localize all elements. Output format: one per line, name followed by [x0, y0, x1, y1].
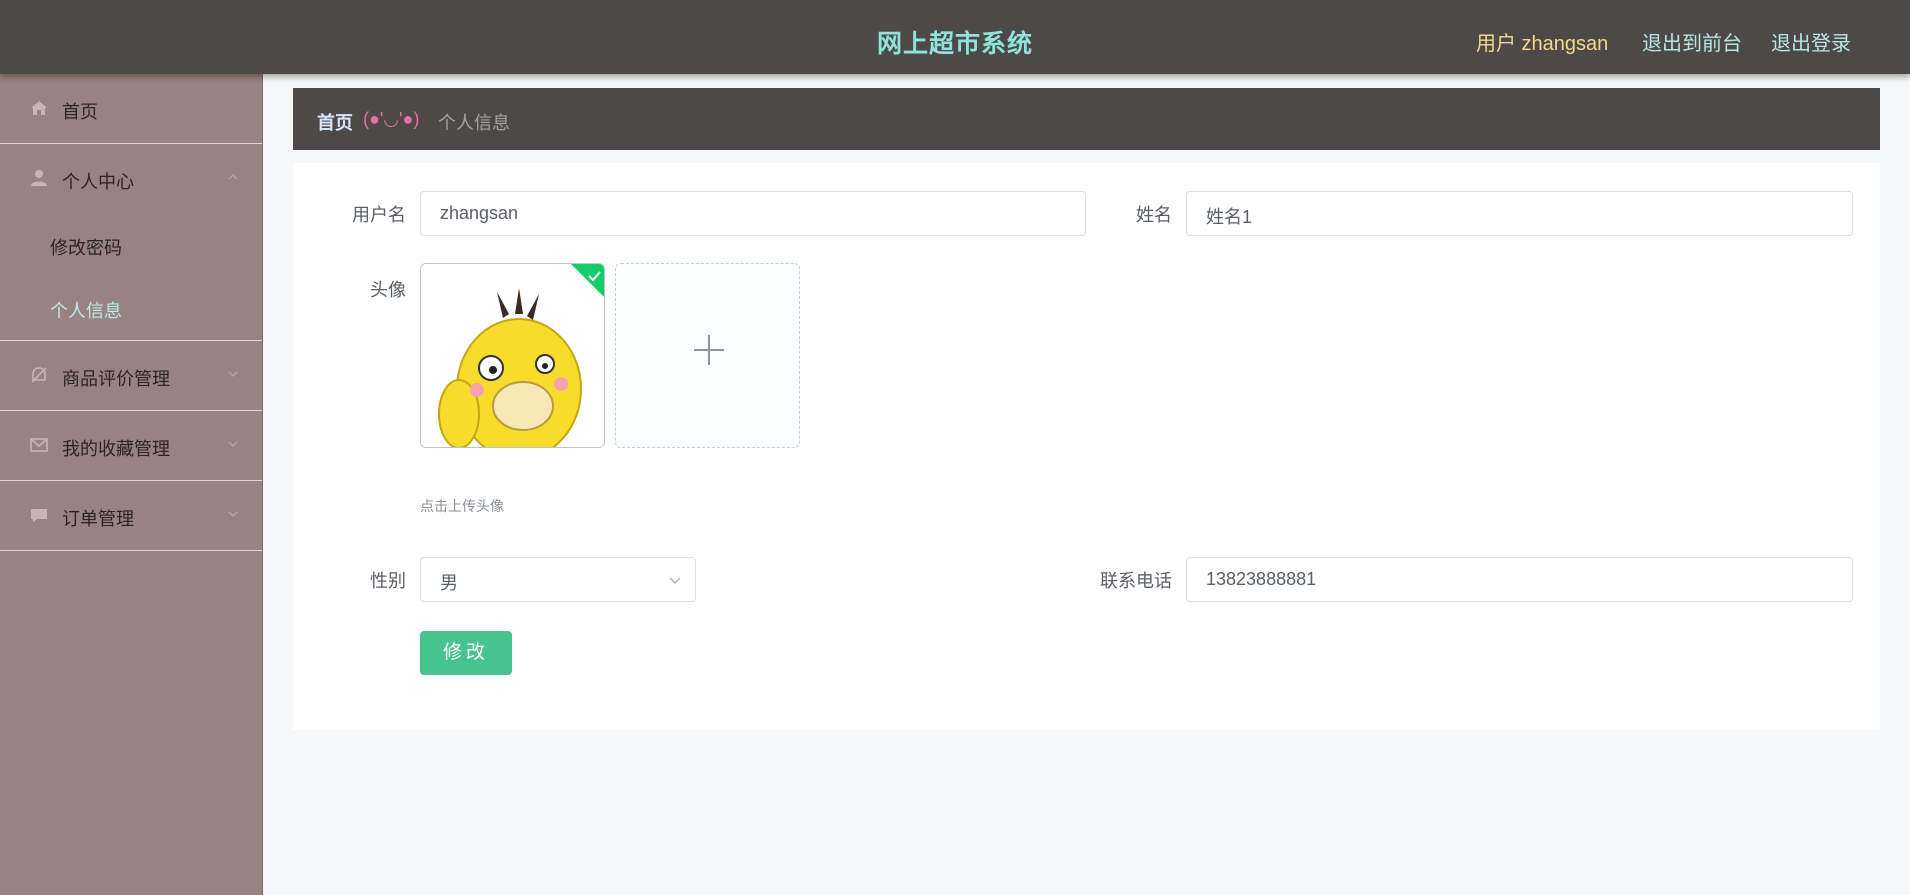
username-label: 用户名 — [352, 205, 406, 225]
sidebar-group-personal: 个人中心 修改密码 个人信息 — [0, 144, 262, 341]
avatar-upload-hint: 点击上传头像 — [420, 498, 504, 514]
user-icon — [31, 170, 47, 186]
breadcrumb-separator: (●'◡'●) — [363, 109, 420, 129]
mail-icon — [30, 438, 48, 452]
logout-link[interactable]: 退出登录 — [1771, 27, 1851, 56]
chevron-up-icon — [228, 174, 238, 180]
name-input[interactable]: 姓名1 — [1186, 191, 1853, 236]
sidebar-item-change-password[interactable]: 修改密码 — [0, 214, 262, 277]
home-icon — [31, 101, 47, 115]
duck-avatar-image — [421, 264, 604, 447]
sidebar-item-label: 我的收藏管理 — [62, 439, 170, 459]
sidebar-item-label: 商品评价管理 — [62, 369, 170, 389]
sidebar-item-personal-center[interactable]: 个人中心 — [0, 144, 262, 214]
app-title: 网上超市系统 — [876, 30, 1033, 58]
sidebar-item-label: 首页 — [62, 102, 98, 122]
plus-icon — [694, 335, 724, 365]
sidebar: 首页 个人中心 修改密码 个人信息 商品评价管理 我的收藏管理 订单管理 — [0, 74, 263, 895]
gender-value: 男 — [440, 573, 458, 593]
sidebar-item-review-management[interactable]: 商品评价管理 — [0, 341, 262, 411]
bell-icon — [31, 367, 47, 383]
chevron-down-icon — [228, 511, 238, 517]
top-header: 网上超市系统 用户 zhangsan 退出到前台 退出登录 — [0, 0, 1910, 74]
avatar-thumbnail[interactable] — [420, 263, 605, 448]
sidebar-item-favorites-management[interactable]: 我的收藏管理 — [0, 411, 262, 481]
avatar-upload-button[interactable] — [615, 263, 800, 448]
name-label: 姓名 — [1136, 205, 1172, 225]
username-input[interactable]: zhangsan — [420, 191, 1086, 236]
phone-input[interactable]: 13823888881 — [1186, 557, 1853, 602]
gender-label: 性别 — [370, 571, 406, 591]
sidebar-item-label: 个人中心 — [62, 172, 134, 192]
breadcrumb-home[interactable]: 首页 — [317, 109, 353, 135]
back-to-frontend-link[interactable]: 退出到前台 — [1642, 27, 1742, 56]
chevron-down-icon — [228, 371, 238, 377]
sidebar-item-order-management[interactable]: 订单管理 — [0, 481, 262, 551]
avatar-label: 头像 — [370, 280, 406, 300]
submit-button[interactable]: 修改 — [420, 631, 512, 675]
phone-label: 联系电话 — [1100, 571, 1172, 591]
breadcrumb-current: 个人信息 — [438, 113, 510, 133]
chat-icon — [31, 509, 47, 522]
sidebar-item-home[interactable]: 首页 — [0, 74, 262, 144]
current-user-label[interactable]: 用户 zhangsan — [1476, 27, 1608, 56]
chevron-down-icon — [228, 441, 238, 447]
sidebar-item-personal-info[interactable]: 个人信息 — [0, 277, 262, 340]
breadcrumb: 首页 (●'◡'●) 个人信息 — [293, 88, 1880, 150]
gender-select[interactable]: 男 — [420, 557, 696, 602]
sidebar-item-label: 订单管理 — [62, 509, 134, 529]
chevron-down-icon — [669, 577, 681, 584]
